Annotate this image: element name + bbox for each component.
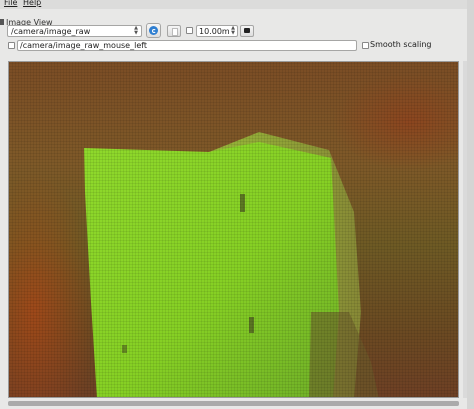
image-box-mark — [122, 345, 127, 353]
horizontal-scrollbar-thumb[interactable] — [8, 401, 459, 406]
dynamic-range-checkbox[interactable] — [186, 27, 193, 34]
mouse-topic-input[interactable]: /camera/image_raw_mouse_left — [17, 40, 357, 51]
refresh-topics-button[interactable] — [146, 23, 161, 38]
image-viewport[interactable] — [8, 61, 459, 398]
smooth-scaling-label: Smooth scaling — [370, 40, 432, 49]
save-image-button[interactable] — [240, 25, 254, 37]
window-edge — [467, 0, 474, 409]
image-box-shadow — [309, 312, 379, 397]
zoom-icon — [172, 28, 178, 36]
max-range-value: 10.00m — [199, 27, 230, 36]
spinbox-arrows-icon[interactable]: ▲ ▼ — [230, 26, 236, 36]
menubar: File Help — [0, 0, 474, 9]
mouse-topic-value: /camera/image_raw_mouse_left — [20, 41, 148, 50]
publish-click-checkbox[interactable] — [8, 42, 15, 49]
menu-help[interactable]: Help — [23, 0, 41, 8]
zoom-1-button[interactable] — [167, 25, 181, 37]
combobox-arrows-icon: ▲ ▼ — [134, 25, 138, 36]
topic-combobox-value: /camera/image_raw — [11, 27, 91, 36]
refresh-icon — [149, 26, 158, 35]
menu-file[interactable]: File — [4, 0, 17, 8]
image-box-mark — [240, 194, 245, 212]
horizontal-scrollbar[interactable] — [8, 401, 459, 406]
max-range-spinbox[interactable]: 10.00m ▲ ▼ — [196, 25, 238, 37]
image-box-front — [84, 142, 339, 397]
plugin-titlebar: Image View — [0, 9, 474, 27]
image-box-mark — [249, 317, 254, 333]
save-icon — [244, 28, 250, 33]
topic-combobox[interactable]: /camera/image_raw ▲ ▼ — [7, 25, 142, 37]
dock-handle-icon[interactable] — [0, 19, 4, 25]
smooth-scaling-checkbox[interactable] — [362, 42, 369, 49]
camera-image — [84, 132, 379, 397]
